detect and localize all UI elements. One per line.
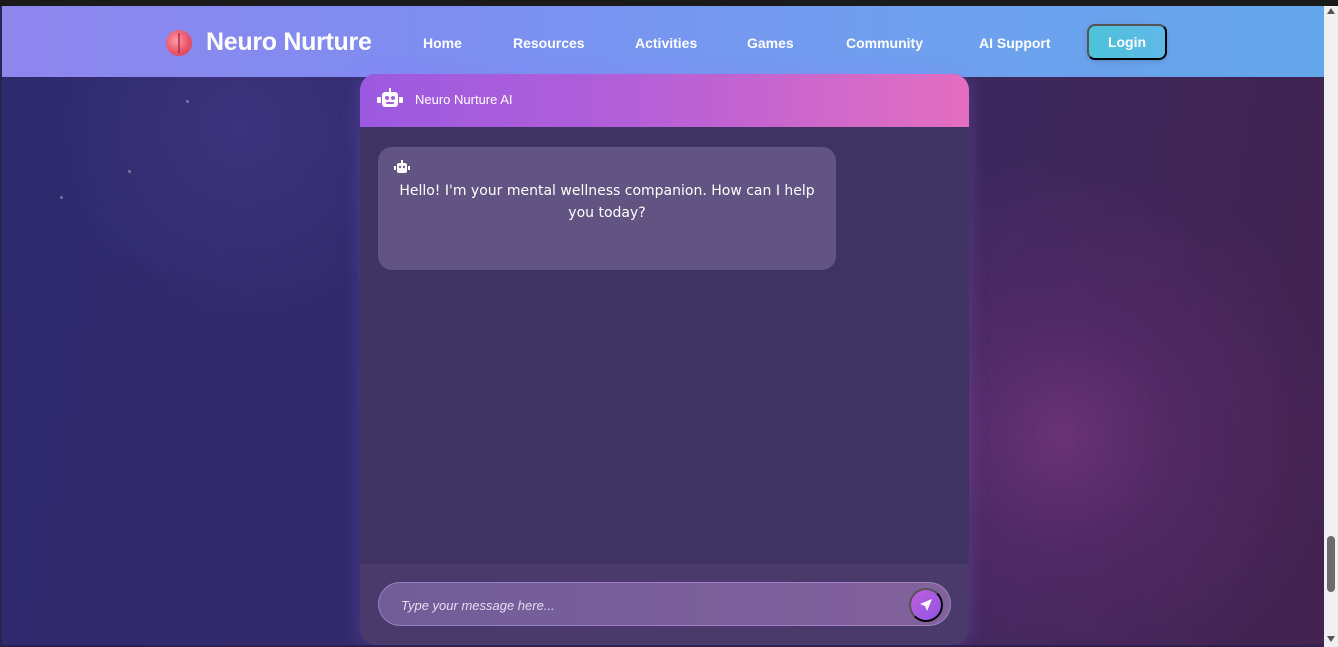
robot-icon — [394, 160, 410, 173]
bot-message: Hello! I'm your mental wellness companio… — [378, 147, 836, 270]
brand-name: Neuro Nurture — [206, 28, 372, 56]
login-button[interactable]: Login — [1087, 24, 1167, 60]
robot-icon — [377, 88, 403, 107]
brain-icon — [166, 29, 192, 56]
nav-link-games[interactable]: Games — [747, 35, 794, 51]
star-decoration — [186, 100, 189, 103]
chat-messages: Hello! I'm your mental wellness companio… — [360, 127, 969, 564]
nav-link-home[interactable]: Home — [423, 35, 462, 51]
scroll-down-arrow-icon[interactable] — [1327, 636, 1335, 642]
brand-logo[interactable]: Neuro Nurture — [166, 28, 372, 57]
scroll-up-arrow-icon[interactable] — [1327, 8, 1335, 14]
chat-input-area — [360, 564, 969, 645]
nav-link-community[interactable]: Community — [846, 35, 923, 51]
chat-title: Neuro Nurture AI — [415, 92, 513, 107]
nav-link-resources[interactable]: Resources — [513, 35, 585, 51]
star-decoration — [128, 170, 131, 173]
nav-link-activities[interactable]: Activities — [635, 35, 697, 51]
paper-plane-icon — [920, 599, 932, 611]
page-scrollbar[interactable] — [1324, 6, 1338, 647]
nav-link-ai-support[interactable]: AI Support — [979, 35, 1051, 51]
send-button[interactable] — [909, 588, 943, 622]
message-input-box — [378, 582, 951, 626]
page-background: Neuro Nurture Home Resources Activities … — [2, 6, 1324, 645]
scrollbar-thumb[interactable] — [1327, 536, 1335, 592]
chat-header: Neuro Nurture AI — [360, 74, 969, 127]
chat-window: Neuro Nurture AI Hello! I'm your mental … — [360, 74, 969, 645]
star-decoration — [60, 196, 63, 199]
message-input[interactable] — [401, 594, 881, 616]
bot-message-text: Hello! I'm your mental wellness companio… — [399, 183, 815, 221]
top-navbar: Neuro Nurture Home Resources Activities … — [2, 6, 1324, 77]
